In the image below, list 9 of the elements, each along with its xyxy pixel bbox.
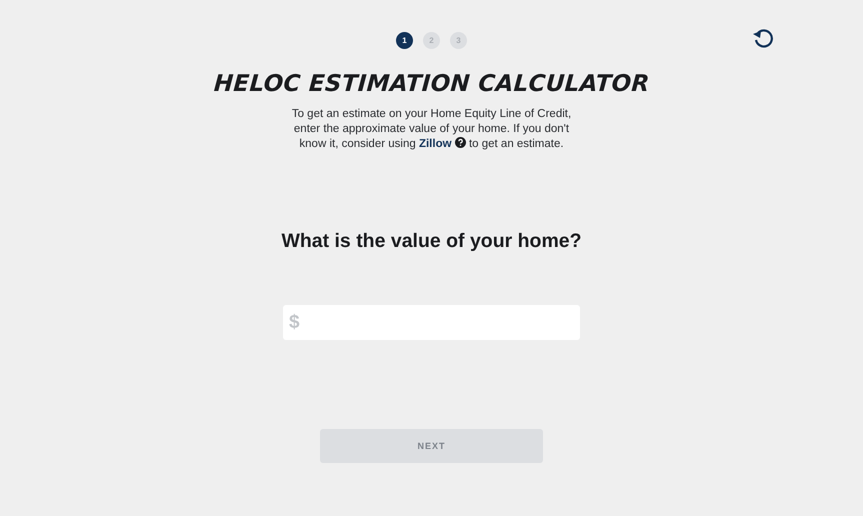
currency-symbol: $ [289, 312, 300, 334]
help-icon[interactable] [454, 137, 466, 148]
reset-icon[interactable] [751, 27, 775, 49]
question-heading: What is the value of your home? [281, 230, 582, 253]
zillow-link[interactable]: Zillow [418, 138, 452, 150]
calculator-title: HELOC ESTIMATION CALCULATOR [212, 71, 650, 97]
home-value-field[interactable]: $ [283, 305, 580, 340]
intro-text: To get an estimate on your Home Equity Line of Credit, enter the approximate value of your home. If you don't know it, consider using Zillow to get an estimate. [290, 107, 572, 152]
step-indicator: 1 [396, 32, 413, 49]
